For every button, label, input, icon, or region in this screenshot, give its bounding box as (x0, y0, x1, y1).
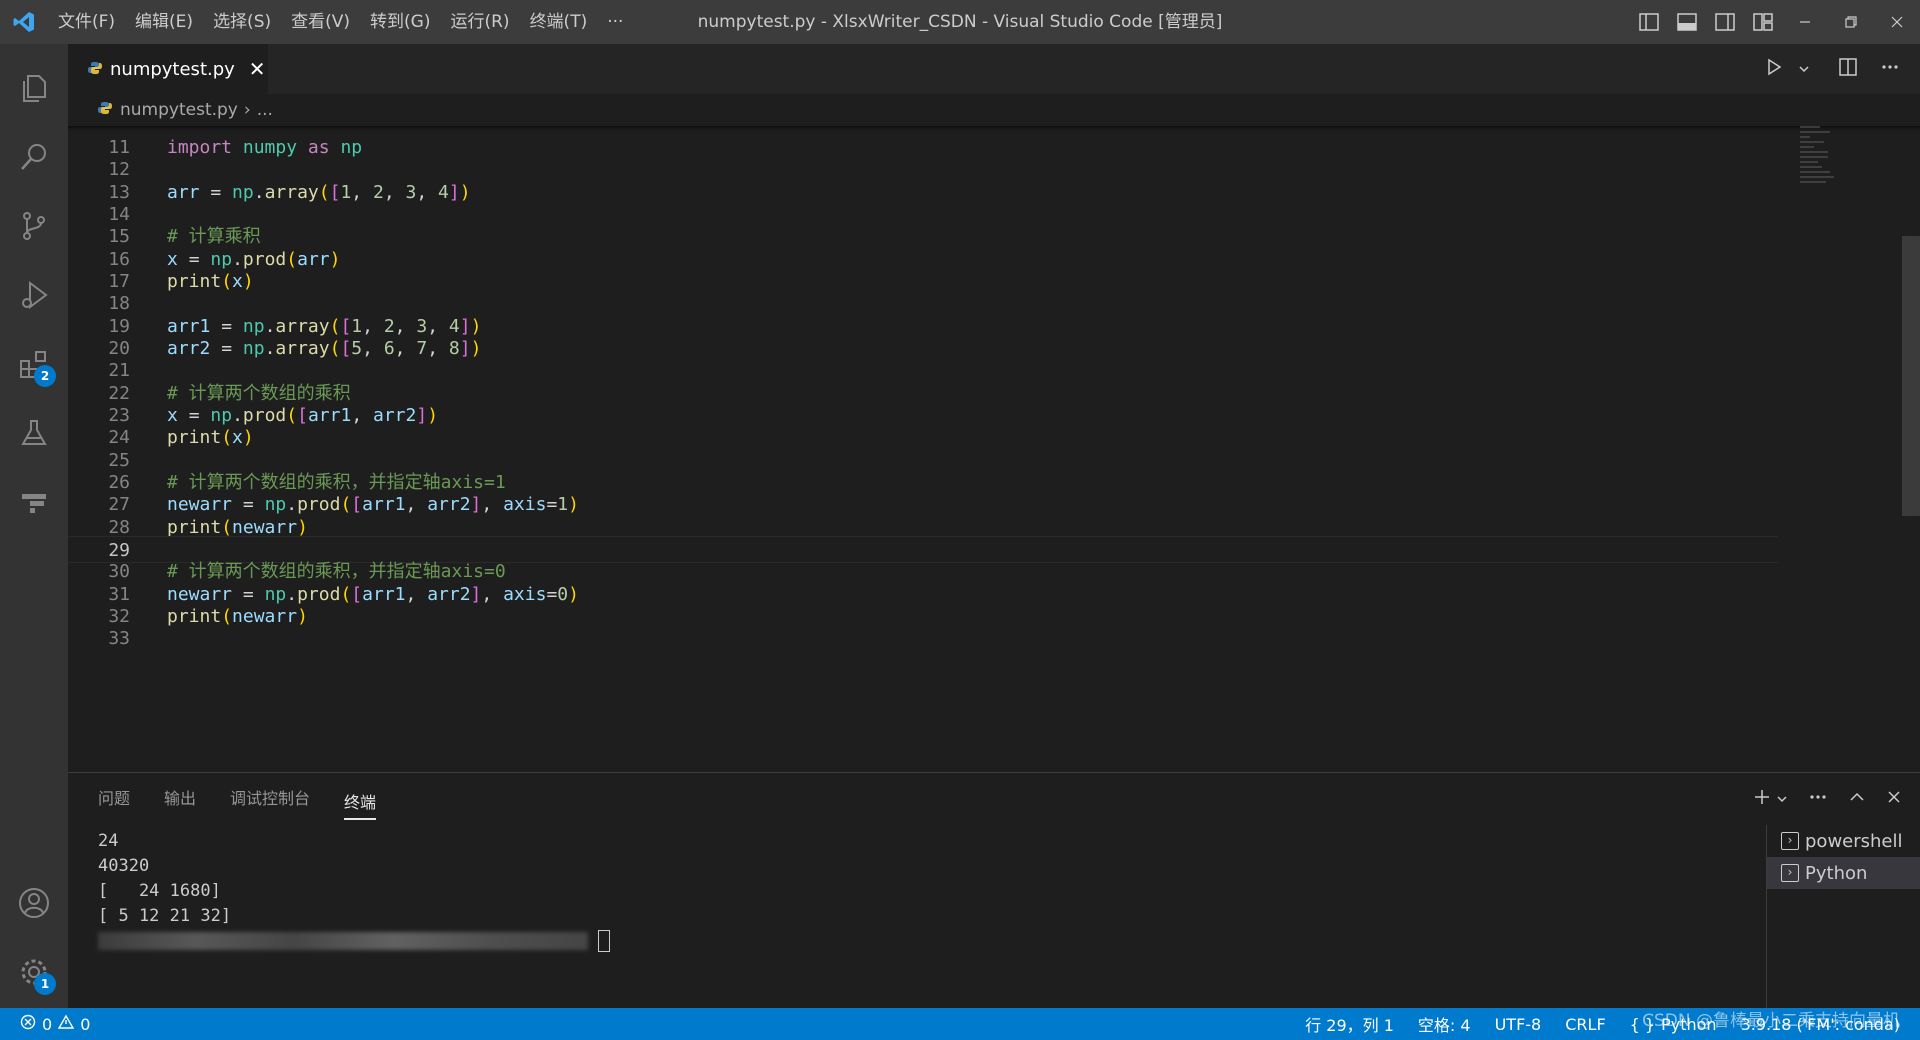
warning-icon (57, 1014, 75, 1034)
error-icon (20, 1014, 36, 1034)
python-file-icon (88, 60, 102, 79)
maximize-panel-icon[interactable] (1848, 788, 1866, 810)
error-count: 0 (42, 1014, 53, 1034)
close-panel-icon[interactable] (1886, 789, 1902, 809)
restore-window-icon[interactable] (1828, 0, 1874, 44)
csdn-watermark: CSDN @鲁棒最小二乘支持向量机 (1642, 1011, 1900, 1031)
split-editor-icon[interactable] (1838, 57, 1858, 81)
menu-view[interactable]: 查看(V) (281, 0, 360, 44)
toggle-secondary-sidebar-icon[interactable] (1706, 0, 1744, 44)
terminal-line: [ 5 12 21 32] (98, 906, 232, 926)
run-python-file-icon[interactable] (1764, 57, 1784, 81)
problems-status[interactable]: 0 0 (20, 1008, 90, 1040)
toggle-primary-sidebar-icon[interactable] (1630, 0, 1668, 44)
more-actions-icon[interactable] (1808, 787, 1828, 811)
vscode-logo-icon[interactable] (0, 0, 48, 44)
accounts-icon[interactable] (0, 870, 68, 936)
menu-bar: 文件(F) 编辑(E) 选择(S) 查看(V) 转到(G) 运行(R) 终端(T… (48, 0, 633, 44)
menu-edit[interactable]: 编辑(E) (125, 0, 203, 44)
terminal-list: › powershell › Python (1766, 825, 1920, 1009)
terminal-item-powershell[interactable]: › powershell (1767, 825, 1920, 857)
breadcrumb: numpytest.py › ... (68, 94, 1920, 126)
toggle-panel-icon[interactable] (1668, 0, 1706, 44)
breadcrumb-separator: › (243, 100, 251, 120)
run-and-debug-icon[interactable] (0, 262, 68, 328)
settings-badge: 1 (34, 973, 56, 995)
terminal-item-python[interactable]: › Python (1767, 857, 1920, 889)
indentation[interactable]: 空格: 4 (1418, 1012, 1471, 1036)
extensions-badge: 2 (34, 365, 56, 387)
menu-file[interactable]: 文件(F) (48, 0, 125, 44)
search-icon[interactable] (0, 124, 68, 190)
title-bar: 文件(F) 编辑(E) 选择(S) 查看(V) 转到(G) 运行(R) 终端(T… (0, 0, 1920, 44)
terminal-icon: › (1781, 832, 1799, 850)
menu-terminal[interactable]: 终端(T) (520, 0, 598, 44)
close-window-icon[interactable] (1874, 0, 1920, 44)
tab-output[interactable]: 输出 (164, 773, 196, 825)
editor-scrollbar[interactable] (1902, 236, 1920, 516)
warning-count: 0 (80, 1014, 91, 1034)
menu-selection[interactable]: 选择(S) (203, 0, 281, 44)
manage-gear-icon[interactable]: 1 (0, 939, 68, 1005)
tab-terminal[interactable]: 终端 (344, 778, 377, 820)
cursor-position[interactable]: 行 29，列 1 (1305, 1012, 1394, 1036)
redacted-prompt (98, 932, 588, 950)
more-actions-icon[interactable] (1880, 57, 1900, 81)
editor-tabs: numpytest.py ✕ (68, 44, 1920, 94)
tab-numpytest[interactable]: numpytest.py ✕ (68, 44, 268, 94)
tab-debug-console[interactable]: 调试控制台 (230, 773, 310, 825)
menu-run[interactable]: 运行(R) (440, 0, 519, 44)
end-of-line[interactable]: CRLF (1565, 1015, 1605, 1034)
breadcrumb-symbols[interactable]: ... (257, 100, 273, 120)
terminal-cursor (598, 930, 610, 952)
explorer-icon[interactable] (0, 55, 68, 121)
extensions-icon[interactable]: 2 (0, 331, 68, 397)
code-line: 33 (108, 628, 130, 649)
menu-more[interactable]: ··· (597, 0, 633, 44)
encoding[interactable]: UTF-8 (1495, 1015, 1542, 1034)
terminal-output[interactable]: 24 40320 [ 24 1680] [ 5 12 21 32] (98, 829, 610, 954)
source-control-icon[interactable] (0, 193, 68, 259)
python-file-icon (98, 100, 112, 120)
status-bar: 0 0 行 29，列 1 空格: 4 UTF-8 CRLF { } Python … (0, 1008, 1920, 1040)
new-terminal-icon[interactable] (1752, 787, 1772, 811)
terminal-line: 40320 (98, 856, 150, 876)
customize-layout-icon[interactable] (1744, 0, 1782, 44)
tab-label: numpytest.py (110, 58, 235, 80)
code-editor[interactable]: 11 import numpy as np 12 13 arr = np.array… (68, 126, 1920, 772)
minimize-window-icon[interactable] (1782, 0, 1828, 44)
activity-bar: 2 1 (0, 44, 68, 1008)
terminal-prompt (98, 929, 610, 954)
chevron-down-icon[interactable] (1776, 790, 1788, 809)
terminal-line: 24 (98, 831, 119, 851)
bottom-panel: 问题 输出 调试控制台 终端 24 40320 [ 24 1680] [ 5 12 2… (68, 772, 1920, 1009)
chevron-down-icon[interactable] (1798, 60, 1810, 79)
menu-go[interactable]: 转到(G) (360, 0, 440, 44)
terminal-icon: › (1781, 864, 1799, 882)
minimap[interactable] (1800, 126, 1860, 226)
testing-icon[interactable] (0, 400, 68, 466)
tab-close-icon[interactable]: ✕ (249, 57, 266, 81)
remote-explorer-icon[interactable] (0, 469, 68, 535)
tab-problems[interactable]: 问题 (98, 773, 130, 825)
terminal-line: [ 24 1680] (98, 881, 221, 901)
breadcrumb-file[interactable]: numpytest.py (120, 100, 238, 120)
